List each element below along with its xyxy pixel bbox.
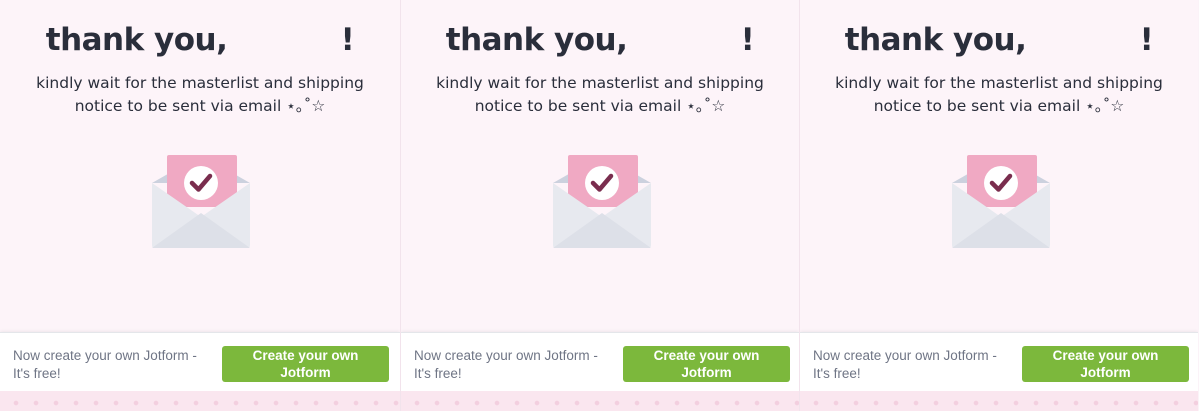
create-jotform-button[interactable]: Create your own Jotform — [623, 346, 790, 382]
thank-you-message: kindly wait for the masterlist and shipp… — [835, 74, 1163, 115]
screenshot-strip: thank you, ! kindly wait for the masterl… — [0, 0, 1199, 411]
envelope-checkmark-icon — [152, 155, 250, 248]
thank-you-content: thank you, ! kindly wait for the masterl… — [401, 0, 799, 332]
jotform-promo-text: Now create your own Jotform - It's free! — [13, 348, 197, 381]
thank-you-panel: thank you, ! kindly wait for the masterl… — [799, 0, 1198, 411]
envelope-checkmark-icon — [553, 155, 651, 248]
jotform-promo-text: Now create your own Jotform - It's free! — [813, 348, 997, 381]
thank-you-content: thank you, ! kindly wait for the masterl… — [0, 0, 400, 332]
dot-pattern-background — [401, 391, 799, 411]
thank-you-title: thank you, ! — [844, 22, 1154, 58]
create-jotform-button[interactable]: Create your own Jotform — [222, 346, 389, 382]
envelope-checkmark-icon — [952, 155, 1050, 248]
dot-pattern-background — [0, 391, 400, 411]
thank-you-panel: thank you, ! kindly wait for the masterl… — [0, 0, 400, 411]
thank-you-content: thank you, ! kindly wait for the masterl… — [800, 0, 1198, 332]
jotform-footer: Now create your own Jotform - It's free!… — [800, 332, 1198, 391]
thank-you-message: kindly wait for the masterlist and shipp… — [36, 74, 364, 115]
dot-pattern-background — [800, 391, 1198, 411]
thank-you-message: kindly wait for the masterlist and shipp… — [436, 74, 764, 115]
thank-you-title: thank you, ! — [445, 22, 755, 58]
jotform-footer: Now create your own Jotform - It's free!… — [0, 332, 400, 391]
thank-you-panel: thank you, ! kindly wait for the masterl… — [400, 0, 799, 411]
jotform-footer: Now create your own Jotform - It's free!… — [401, 332, 799, 391]
jotform-promo-text: Now create your own Jotform - It's free! — [414, 348, 598, 381]
create-jotform-button[interactable]: Create your own Jotform — [1022, 346, 1189, 382]
thank-you-title: thank you, ! — [45, 22, 355, 58]
